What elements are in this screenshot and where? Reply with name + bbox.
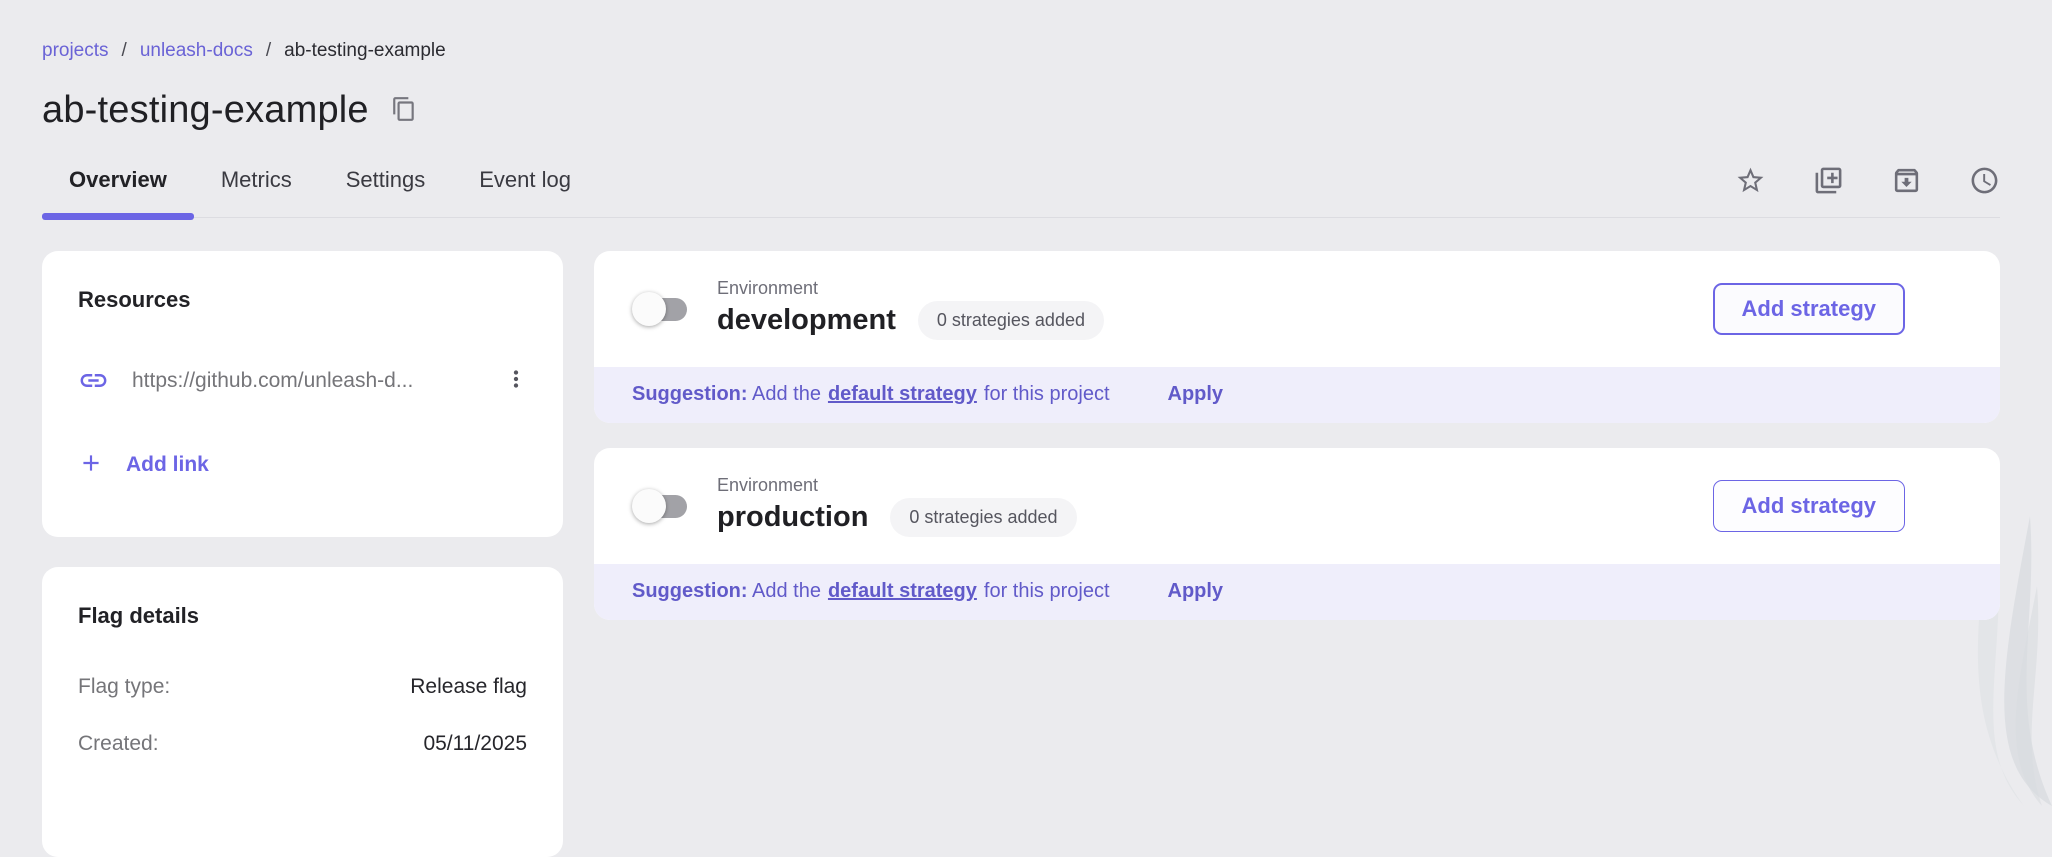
add-strategy-button-production[interactable]: Add strategy bbox=[1713, 480, 1905, 532]
suggestion-text-before: Add the bbox=[748, 383, 821, 405]
add-strategy-button-development[interactable]: Add strategy bbox=[1713, 283, 1905, 335]
breadcrumb-link-unleash-docs[interactable]: unleash-docs bbox=[140, 40, 253, 62]
environment-card-development: Environment development 0 strategies add… bbox=[594, 251, 2000, 423]
environment-kicker: Environment bbox=[717, 475, 1077, 496]
environment-name: development bbox=[717, 304, 896, 337]
kebab-menu-icon bbox=[503, 380, 529, 395]
default-strategy-link[interactable]: default strategy bbox=[828, 383, 977, 405]
copy-flag-button[interactable] bbox=[1812, 165, 1844, 197]
suggestion-prefix: Suggestion: bbox=[632, 580, 748, 602]
add-link-label: Add link bbox=[126, 453, 209, 477]
environment-header: Environment development 0 strategies add… bbox=[594, 251, 2000, 367]
breadcrumb-link-projects[interactable]: projects bbox=[42, 40, 109, 62]
suggestion-bar-development: Suggestion: Add the default strategy for t… bbox=[594, 367, 2000, 423]
copy-icon bbox=[391, 96, 417, 125]
resources-title: Resources bbox=[78, 287, 527, 313]
flag-created-row: Created: 05/11/2025 bbox=[78, 732, 527, 756]
suggestion-text-before: Add the bbox=[748, 580, 821, 602]
title-row: ab-testing-example bbox=[42, 89, 2000, 132]
toggle-thumb bbox=[632, 292, 666, 326]
left-column: Resources https://github.com/unleash-d..… bbox=[42, 251, 563, 857]
environment-info: Environment production 0 strategies adde… bbox=[717, 475, 1077, 537]
plus-icon bbox=[78, 450, 104, 479]
copy-add-icon bbox=[1813, 184, 1844, 199]
environment-kicker: Environment bbox=[717, 278, 1104, 299]
add-link-button[interactable]: Add link bbox=[78, 450, 209, 479]
apply-suggestion-button-development[interactable]: Apply bbox=[1168, 383, 1224, 406]
star-icon bbox=[1735, 184, 1766, 199]
environment-header: Environment production 0 strategies adde… bbox=[594, 448, 2000, 564]
strategies-count-badge: 0 strategies added bbox=[918, 301, 1104, 340]
favorite-button[interactable] bbox=[1734, 165, 1766, 197]
page-title: ab-testing-example bbox=[42, 89, 369, 132]
environment-toggle-development[interactable] bbox=[632, 289, 687, 329]
flag-details-card: Flag details Flag type: Release flag Cre… bbox=[42, 567, 563, 857]
breadcrumb-separator: / bbox=[266, 40, 271, 62]
environment-info: Environment development 0 strategies add… bbox=[717, 278, 1104, 340]
resource-link[interactable]: https://github.com/unleash-d... bbox=[132, 369, 493, 393]
flag-type-label: Flag type: bbox=[78, 675, 170, 699]
flag-type-row: Flag type: Release flag bbox=[78, 675, 527, 699]
suggestion-text-after: for this project bbox=[984, 580, 1110, 602]
flag-created-value: 05/11/2025 bbox=[423, 732, 527, 756]
breadcrumb-separator: / bbox=[122, 40, 127, 62]
default-strategy-link[interactable]: default strategy bbox=[828, 580, 977, 602]
resource-menu-button[interactable] bbox=[501, 366, 531, 396]
breadcrumb: projects / unleash-docs / ab-testing-exa… bbox=[42, 40, 2000, 62]
suggestion-prefix: Suggestion: bbox=[632, 383, 748, 405]
toolbar bbox=[1734, 165, 2000, 205]
history-button[interactable] bbox=[1968, 165, 2000, 197]
copy-flag-name-button[interactable] bbox=[391, 97, 419, 125]
flag-type-value: Release flag bbox=[410, 675, 527, 699]
link-icon bbox=[78, 365, 109, 396]
tab-event-log[interactable]: Event log bbox=[452, 152, 598, 217]
environment-toggle-production[interactable] bbox=[632, 486, 687, 526]
breadcrumb-current: ab-testing-example bbox=[284, 40, 446, 62]
project-page: projects / unleash-docs / ab-testing-exa… bbox=[0, 0, 2052, 857]
archive-button[interactable] bbox=[1890, 165, 1922, 197]
strategies-count-badge: 0 strategies added bbox=[890, 498, 1076, 537]
tab-metrics[interactable]: Metrics bbox=[194, 152, 319, 217]
environment-card-production: Environment production 0 strategies adde… bbox=[594, 448, 2000, 620]
apply-suggestion-button-production[interactable]: Apply bbox=[1168, 580, 1224, 603]
resource-link-row: https://github.com/unleash-d... bbox=[78, 365, 527, 396]
flag-details-title: Flag details bbox=[78, 603, 527, 629]
resources-card: Resources https://github.com/unleash-d..… bbox=[42, 251, 563, 537]
toggle-thumb bbox=[632, 489, 666, 523]
main-content: Resources https://github.com/unleash-d..… bbox=[42, 251, 2000, 857]
clock-icon bbox=[1969, 184, 2000, 199]
archive-icon bbox=[1891, 184, 1922, 199]
flag-details-rows: Flag type: Release flag Created: 05/11/2… bbox=[78, 675, 527, 756]
environments-column: Environment development 0 strategies add… bbox=[594, 251, 2000, 620]
flag-created-label: Created: bbox=[78, 732, 159, 756]
suggestion-bar-production: Suggestion: Add the default strategy for t… bbox=[594, 564, 2000, 620]
suggestion-text-after: for this project bbox=[984, 383, 1110, 405]
tab-settings[interactable]: Settings bbox=[319, 152, 453, 217]
tabs-row: Overview Metrics Settings Event log bbox=[42, 152, 2000, 218]
tab-overview[interactable]: Overview bbox=[42, 152, 194, 217]
environment-name: production bbox=[717, 501, 868, 534]
